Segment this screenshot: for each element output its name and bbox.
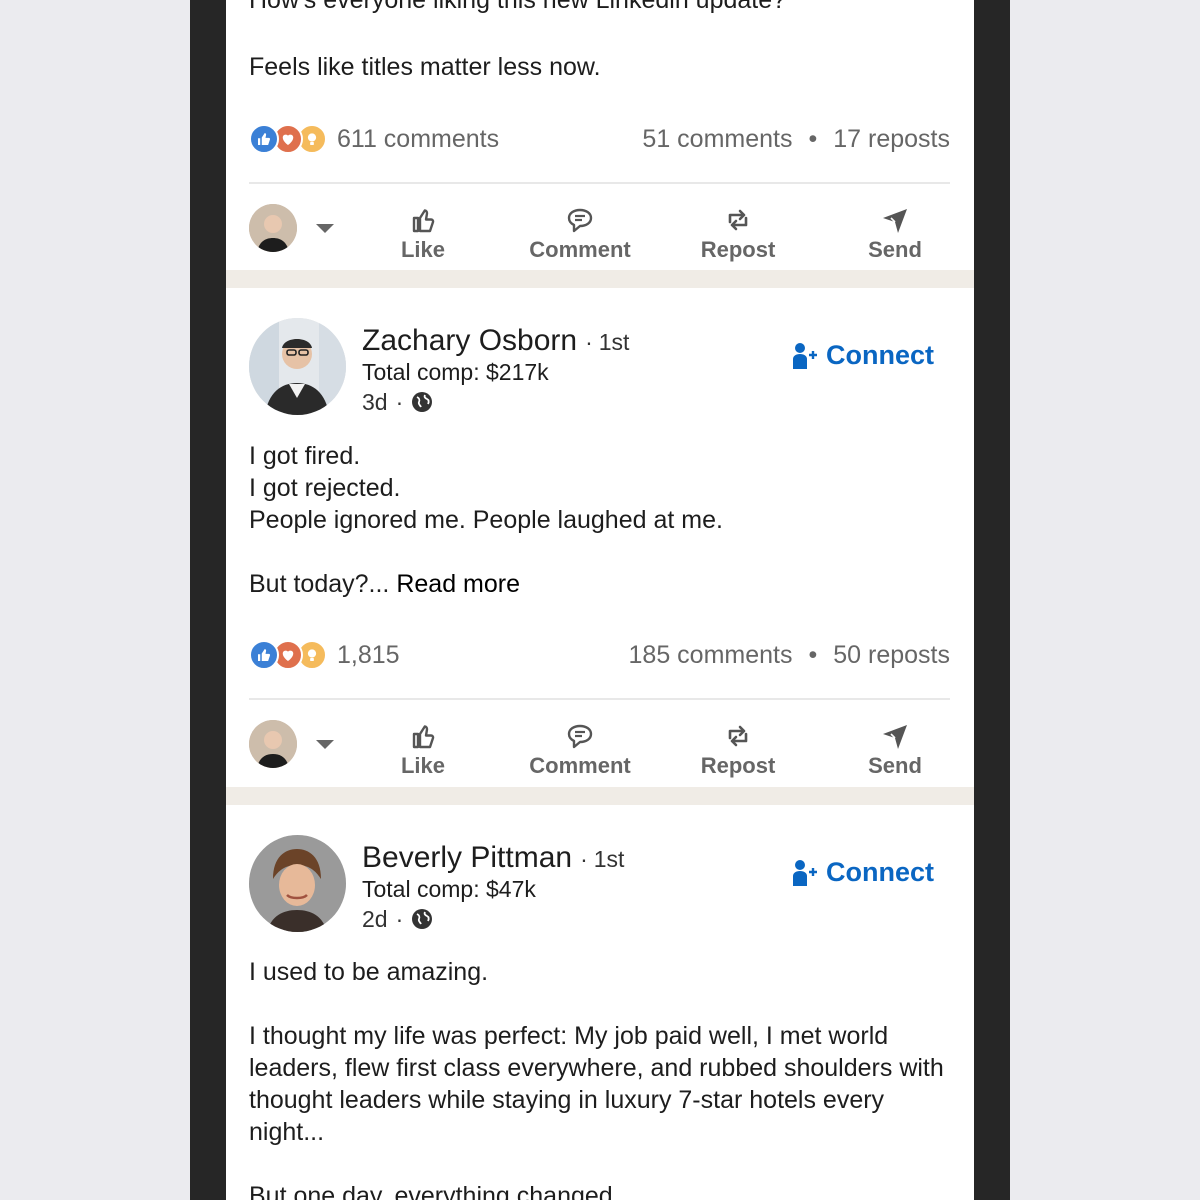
author-name[interactable]: Zachary Osborn [362, 324, 577, 357]
comment-icon [567, 208, 593, 233]
divider [249, 698, 950, 700]
post-card: Zachary Osborn · 1st Total comp: $217k 3d ·… [226, 288, 974, 787]
reaction-count[interactable]: 611 comments [337, 122, 499, 156]
stat-separator: • [808, 641, 818, 669]
send-icon [883, 209, 907, 233]
post-card: Beverly Pittman · 1st Total comp: $47k 2d ·… [226, 805, 974, 1200]
degree-separator: · [585, 329, 593, 355]
reaction-icons[interactable] [249, 124, 329, 154]
thumbs-up-icon [412, 725, 435, 749]
globe-icon [412, 392, 433, 412]
connection-degree: 1st [593, 846, 625, 872]
like-button[interactable]: Like [358, 712, 488, 782]
repost-label: Repost [700, 753, 776, 778]
like-reaction-icon [249, 640, 279, 670]
avatar[interactable] [249, 720, 297, 768]
send-icon [883, 725, 907, 749]
thumbs-up-icon [412, 209, 435, 233]
like-button[interactable]: Like [358, 196, 488, 266]
like-label: Like [400, 237, 446, 262]
send-button[interactable]: Send [830, 196, 960, 266]
add-person-icon [793, 859, 817, 886]
time-separator: · [395, 389, 404, 415]
repost-icon [728, 725, 748, 747]
post-text-partial: How's everyone liking this new Linkedin … [249, 0, 787, 14]
connect-label: Connect [826, 340, 934, 370]
send-label: Send [868, 753, 922, 778]
reposts-count[interactable]: 50 reposts [833, 641, 950, 669]
send-button[interactable]: Send [830, 712, 960, 782]
time-separator: · [395, 906, 404, 932]
post-text: I used to be amazing. I thought my life … [249, 958, 944, 1200]
send-label: Send [868, 237, 922, 262]
repost-label: Repost [700, 237, 776, 262]
post-text: I got fired. I got rejected. People igno… [249, 440, 950, 600]
avatar[interactable] [249, 318, 346, 415]
avatar[interactable] [249, 204, 297, 252]
comments-reposts-count: 51 comments • 17 reposts [642, 122, 950, 156]
reaction-count[interactable]: 1,815 [337, 638, 400, 672]
author-name[interactable]: Beverly Pittman [362, 841, 572, 874]
globe-icon [412, 909, 433, 929]
connection-degree: 1st [598, 329, 630, 355]
connect-button[interactable]: Connect [790, 340, 934, 371]
comment-icon [567, 724, 593, 749]
author-subtitle: Total comp: $47k [362, 876, 536, 902]
comment-button[interactable]: Comment [515, 712, 645, 782]
repost-icon [728, 209, 748, 231]
degree-separator: · [580, 846, 588, 872]
connect-label: Connect [826, 857, 934, 887]
divider [249, 182, 950, 184]
post-stats: 1,815 185 comments • 50 reposts [249, 638, 950, 672]
repost-button[interactable]: Repost [673, 196, 803, 266]
comment-label: Comment [529, 753, 631, 778]
feed-screen[interactable]: How's everyone liking this new Linkedin … [226, 0, 974, 1200]
post-author-header: Beverly Pittman · 1st Total comp: $47k 2d ·… [226, 835, 974, 935]
add-person-icon [793, 342, 817, 369]
post-action-bar: Like Comment Repost Send [226, 196, 974, 266]
post-action-bar: Like Comment Repost Send [226, 712, 974, 782]
post-time: 2d [362, 906, 388, 932]
comments-count[interactable]: 51 comments [642, 125, 792, 153]
stat-separator: • [808, 125, 818, 153]
reposts-count[interactable]: 17 reposts [833, 125, 950, 153]
comments-reposts-count: 185 comments • 50 reposts [629, 638, 950, 672]
chevron-down-icon[interactable] [316, 740, 334, 749]
comment-label: Comment [529, 237, 631, 262]
chevron-down-icon[interactable] [316, 224, 334, 233]
post-time: 3d [362, 389, 388, 415]
comment-button[interactable]: Comment [515, 196, 645, 266]
repost-button[interactable]: Repost [673, 712, 803, 782]
connect-button[interactable]: Connect [790, 857, 934, 888]
post-text: Feels like titles matter less now. [249, 53, 601, 81]
author-subtitle: Total comp: $217k [362, 359, 549, 385]
post-card: How's everyone liking this new Linkedin … [226, 0, 974, 270]
post-stats: 611 comments 51 comments • 17 reposts [249, 122, 950, 156]
reaction-icons[interactable] [249, 640, 329, 670]
like-reaction-icon [249, 124, 279, 154]
comments-count[interactable]: 185 comments [629, 641, 793, 669]
read-more-link[interactable]: Read more [396, 570, 520, 598]
like-label: Like [400, 753, 446, 778]
avatar[interactable] [249, 835, 346, 932]
post-author-header: Zachary Osborn · 1st Total comp: $217k 3d ·… [226, 318, 974, 418]
